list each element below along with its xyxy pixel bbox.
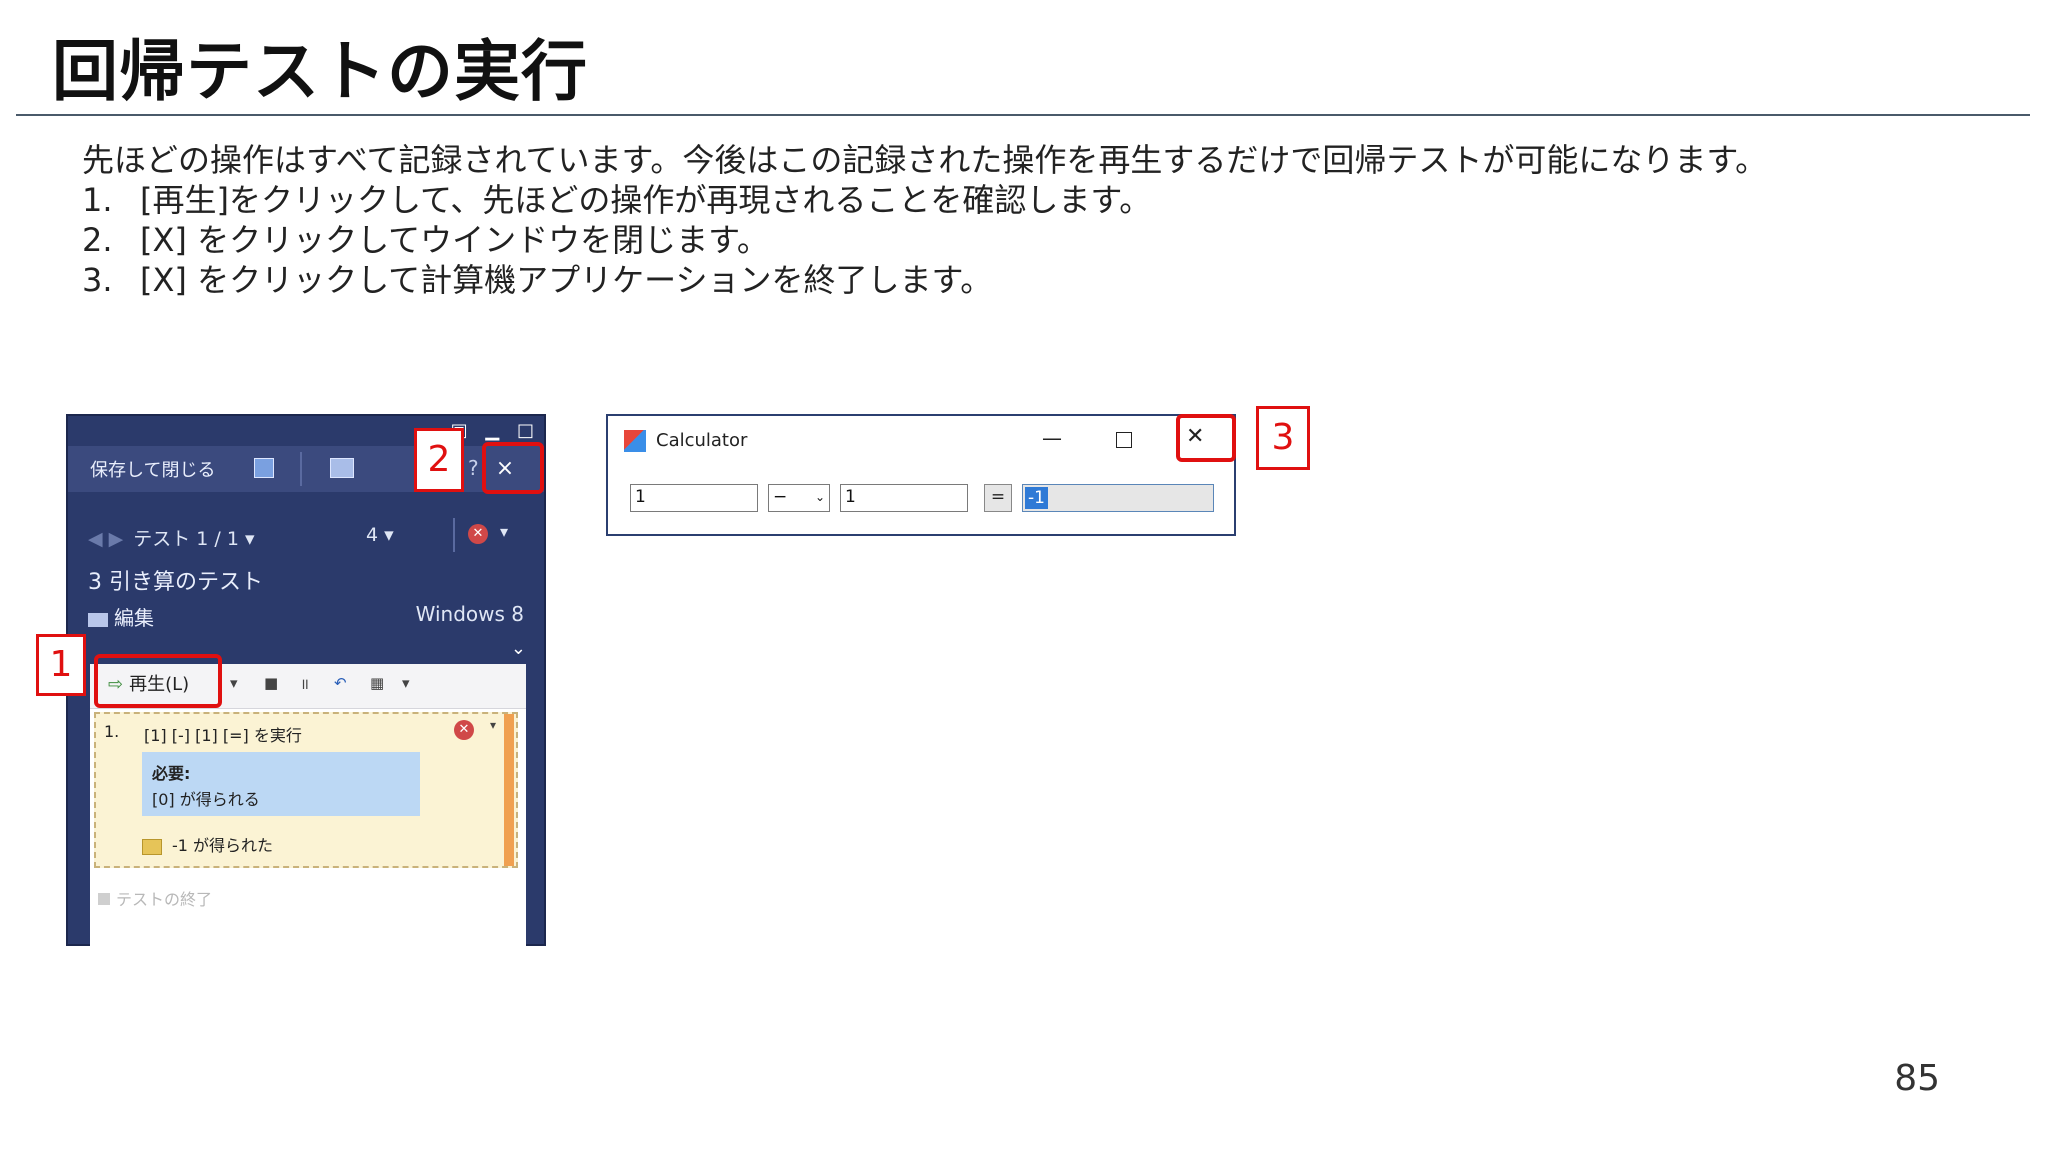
step-dropdown-icon[interactable]: ▾ — [490, 718, 496, 732]
save-and-close-button[interactable]: 保存して閉じる — [90, 456, 215, 482]
result-field[interactable]: -1 — [1022, 484, 1214, 512]
calculator-title: Calculator — [656, 430, 748, 451]
intro-text: 先ほどの操作はすべて記録されています。今後はこの記録された操作を再生するだけで回… — [82, 141, 1768, 179]
maximize-icon[interactable]: □ — [517, 420, 534, 441]
os-label: Windows 8 — [415, 602, 524, 626]
callout-1: 1 — [36, 634, 86, 696]
attachments-button[interactable]: 4 ▾ — [366, 524, 394, 546]
toolbar-separator — [300, 452, 302, 486]
error-icon[interactable]: ✕ — [468, 524, 488, 544]
test-end-label: テストの終了 — [116, 890, 213, 909]
edit-icon — [88, 612, 108, 627]
play-button-highlight — [94, 654, 222, 708]
step-3: 3. [X] をクリックして計算機アプリケーションを終了します。 — [82, 260, 1767, 300]
page-number: 85 — [1894, 1058, 1940, 1099]
tools-dropdown-icon[interactable]: ▾ — [402, 674, 410, 692]
calculator-close-highlight — [1176, 414, 1236, 462]
pause-icon[interactable]: ॥ — [300, 674, 309, 694]
edit-link[interactable]: 編集 — [88, 602, 154, 631]
copy-icon[interactable] — [330, 458, 354, 478]
actual-result: -1 が得られた — [142, 832, 273, 856]
title-divider — [16, 114, 2030, 116]
undo-icon[interactable]: ↶ — [334, 674, 347, 692]
test-navigator[interactable]: ◀ ▶ テスト 1 / 1 ▾ — [88, 524, 255, 551]
operand-1-input[interactable]: 1 — [630, 484, 758, 512]
expected-title: 必要: — [152, 764, 191, 783]
stop-icon[interactable]: ■ — [264, 674, 278, 692]
operator-select[interactable]: − ⌄ — [768, 484, 830, 512]
operand-2-input[interactable]: 1 — [840, 484, 968, 512]
nav-separator — [453, 518, 455, 552]
step-1-text: [再生]をクリックして、先ほどの操作が再現されることを確認します。 — [140, 181, 1152, 219]
step-3-text: [X] をクリックして計算機アプリケーションを終了します。 — [140, 261, 993, 299]
end-icon — [98, 893, 110, 905]
expected-result-box: 必要: [0] が得られる — [142, 752, 420, 816]
expected-value: [0] が得られる — [152, 790, 260, 809]
runner-close-highlight — [482, 442, 544, 494]
test-end: テストの終了 — [98, 886, 212, 910]
test-name: 3 引き算のテスト — [88, 570, 263, 595]
step-2-text: [X] をクリックしてウインドウを閉じます。 — [140, 221, 769, 259]
save-icon[interactable] — [254, 458, 274, 478]
test-count: テスト 1 / 1 ▾ — [133, 528, 255, 550]
step-1: 1. [再生]をクリックして、先ほどの操作が再現されることを確認します。 — [82, 180, 1767, 220]
chevron-down-icon[interactable]: ▾ — [500, 522, 508, 541]
minimize-icon[interactable]: — — [1042, 426, 1062, 450]
equals-button[interactable]: = — [984, 484, 1012, 512]
attachments-count: 4 ▾ — [366, 524, 394, 546]
actual-result-text: -1 が得られた — [172, 836, 274, 855]
calculator-app-icon — [624, 430, 646, 452]
step-1-number: 1. — [82, 181, 113, 219]
tools-icon[interactable]: ▦ — [370, 674, 384, 692]
step-number: 1. — [104, 722, 120, 741]
test-step[interactable]: 1. [1] [-] [1] [=] を実行 ✕ ▾ 必要: [0] が得られる… — [94, 712, 518, 868]
instructions: 先ほどの操作はすべて記録されています。今後はこの記録された操作を再生するだけで回… — [82, 140, 1767, 300]
step-error-icon[interactable]: ✕ — [454, 720, 474, 740]
step-text: [1] [-] [1] [=] を実行 — [144, 726, 302, 745]
expand-chevron-icon[interactable]: ⌄ — [511, 638, 526, 659]
step-status-stripe — [504, 714, 514, 866]
chevron-down-icon: ⌄ — [814, 490, 825, 504]
save-close-label: 保存して閉じる — [90, 460, 216, 481]
result-icon — [142, 838, 162, 855]
page-title: 回帰テストの実行 — [52, 33, 588, 110]
calculator-window: Calculator — ✕ 1 − ⌄ 1 = -1 — [606, 414, 1236, 536]
slide: 回帰テストの実行 先ほどの操作はすべて記録されています。今後はこの記録された操作… — [0, 0, 2048, 1152]
nav-arrows-icon[interactable]: ◀ ▶ — [88, 528, 123, 550]
callout-3: 3 — [1256, 406, 1310, 470]
minimize-icon[interactable]: ▁ — [485, 420, 499, 441]
result-value: -1 — [1025, 487, 1048, 509]
step-2: 2. [X] をクリックしてウインドウを閉じます。 — [82, 220, 1767, 260]
step-3-number: 3. — [82, 261, 113, 299]
maximize-icon[interactable] — [1116, 432, 1132, 448]
operator-value: − — [773, 487, 788, 507]
help-icon[interactable]: ? — [468, 456, 479, 480]
callout-2: 2 — [414, 428, 464, 492]
play-dropdown-icon[interactable]: ▾ — [230, 674, 238, 692]
edit-label: 編集 — [114, 606, 154, 630]
step-2-number: 2. — [82, 221, 113, 259]
runner-toolbar: 保存して閉じる ? × — [68, 446, 544, 492]
